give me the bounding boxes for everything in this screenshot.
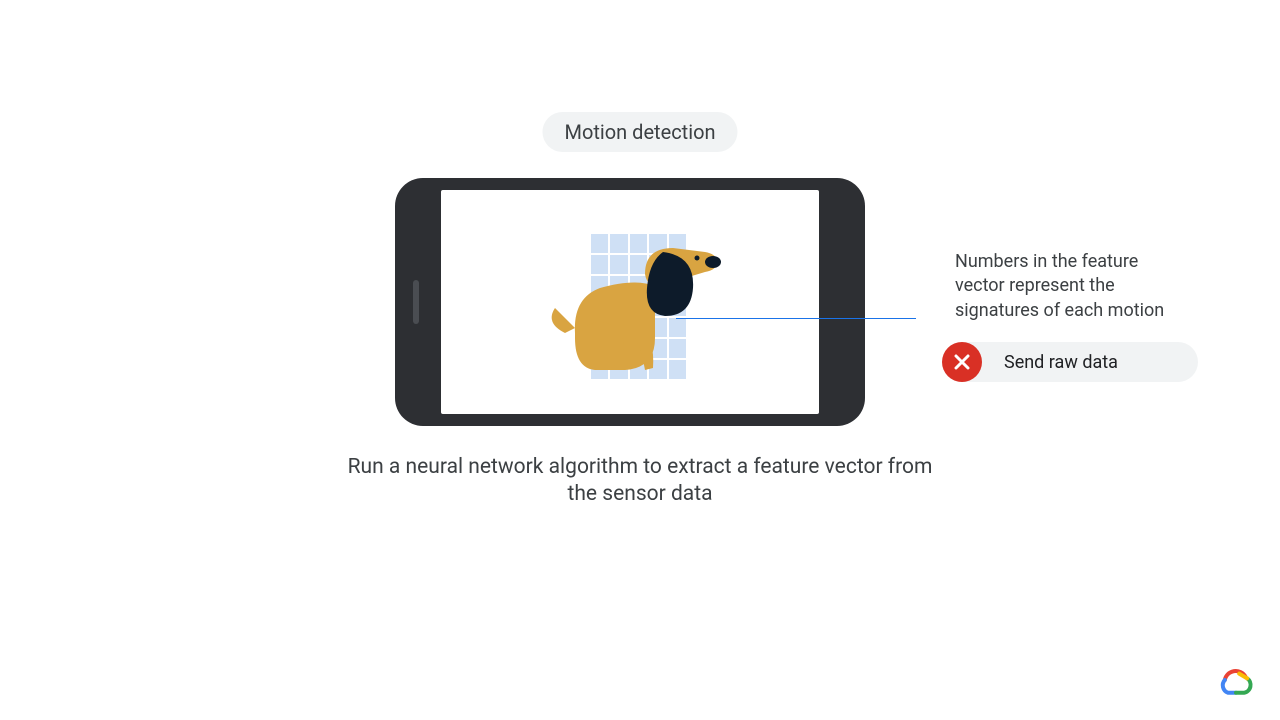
option-label: Send raw data xyxy=(1004,352,1118,373)
annotation-connector-line xyxy=(676,318,916,319)
dog-illustration xyxy=(545,238,735,388)
phone-frame xyxy=(395,178,865,426)
header-pill-label: Motion detection xyxy=(564,120,715,144)
phone-screen xyxy=(441,190,819,414)
annotation-text: Numbers in the feature vector represent … xyxy=(955,250,1175,323)
google-cloud-icon xyxy=(1216,664,1256,696)
close-icon xyxy=(942,342,982,382)
option-send-raw-data: Send raw data xyxy=(942,342,1198,382)
header-pill: Motion detection xyxy=(542,112,737,152)
diagram-caption: Run a neural network algorithm to extrac… xyxy=(335,454,945,509)
